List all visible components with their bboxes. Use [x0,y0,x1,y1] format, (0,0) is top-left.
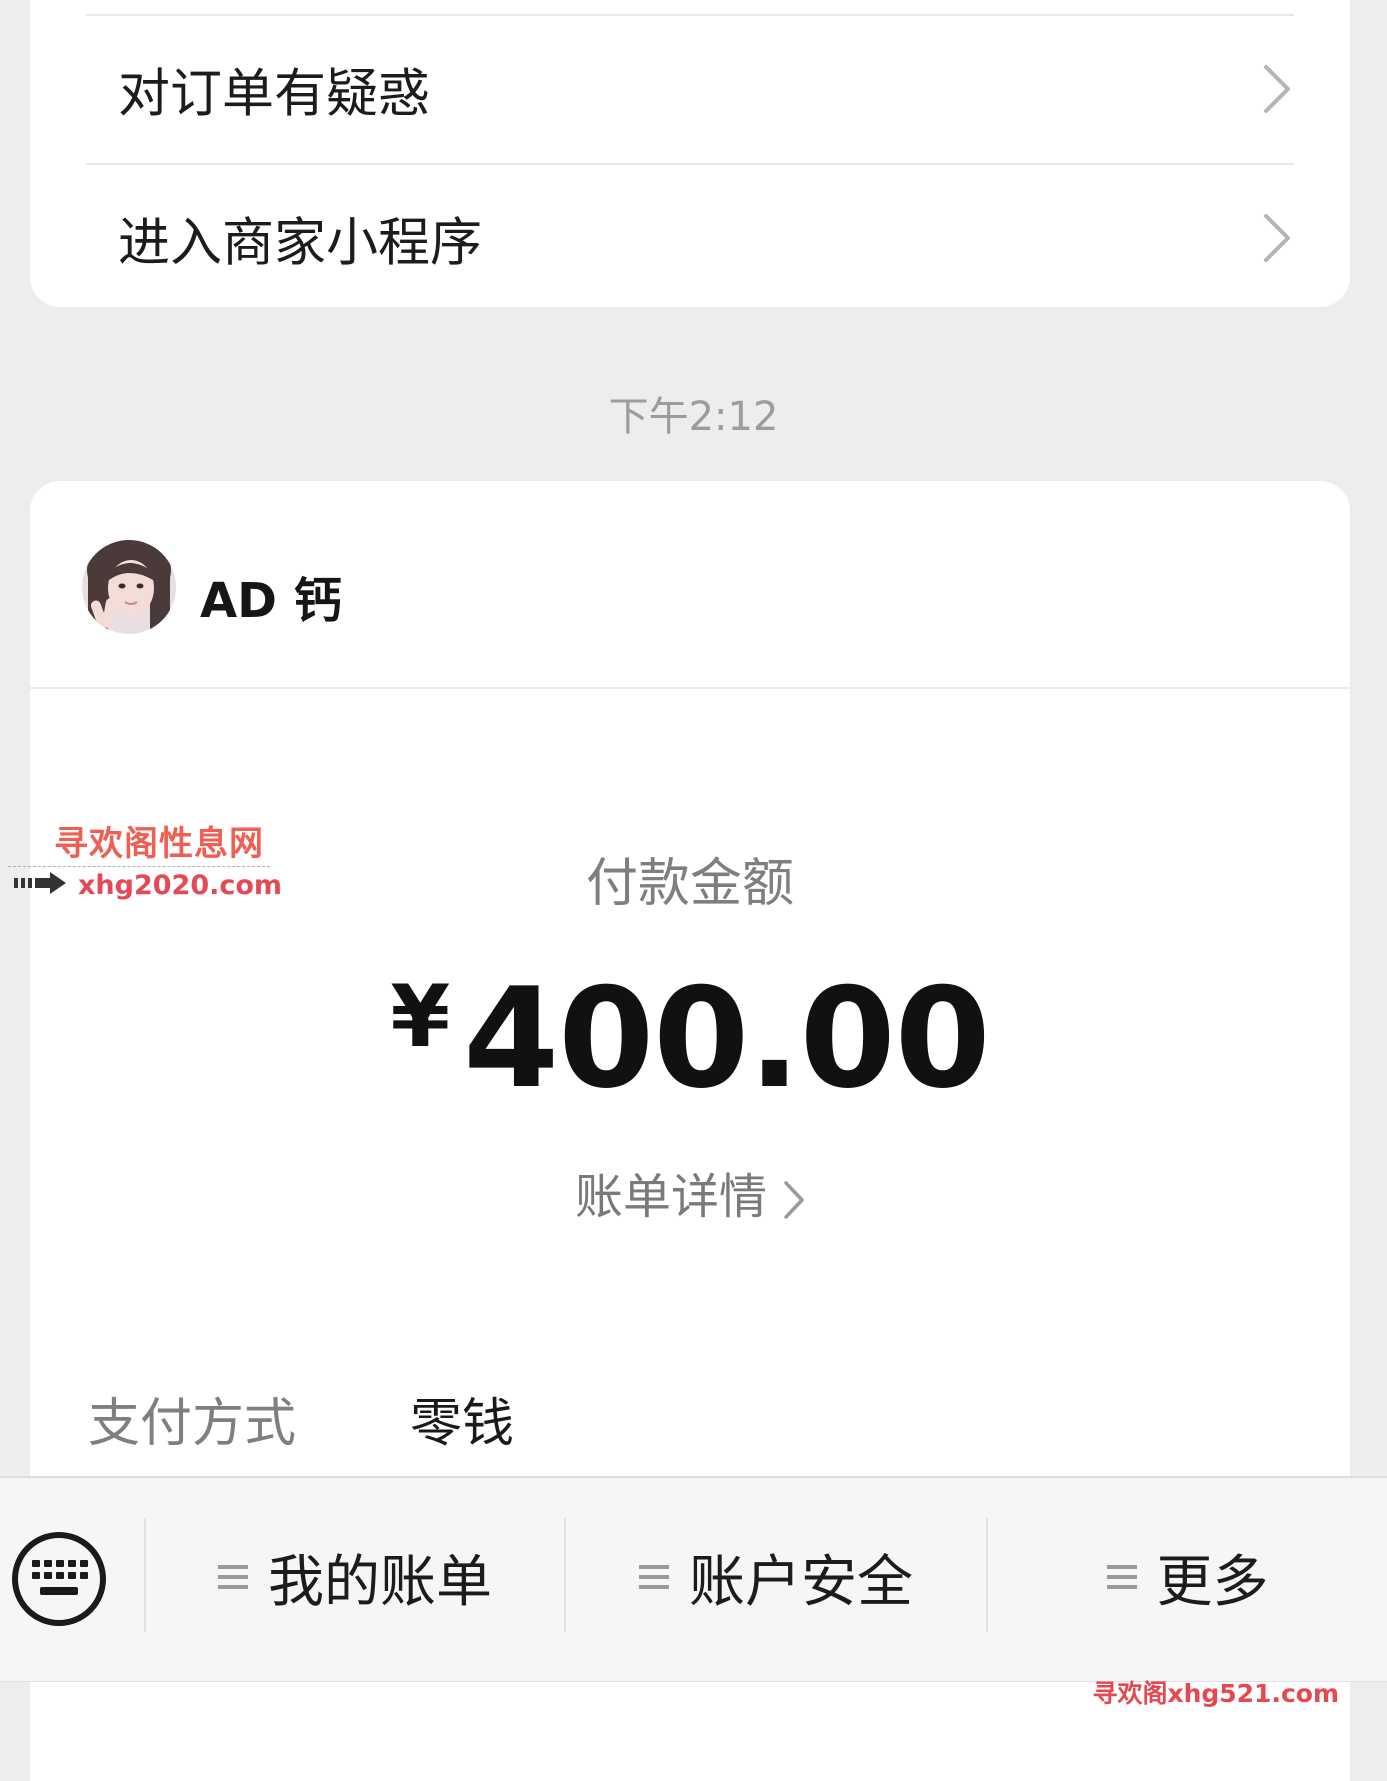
tab-my-bills-label: 我的账单 [268,1549,492,1615]
merchant-name[interactable]: AD 钙 [200,561,342,631]
tab-account-security-label: 账户安全 [689,1549,913,1615]
payment-method-value: 零钱 [410,1394,515,1454]
watermark-corner: 寻欢阁xhg521.com [1092,1679,1339,1708]
payment-amount: ¥400.00 [30,958,1350,1119]
payment-method-label: 支付方式 [88,1394,297,1454]
currency-symbol: ¥ [390,967,450,1067]
message-timestamp: 下午2:12 [608,394,779,440]
chevron-right-icon [1264,214,1290,262]
tab-my-bills[interactable]: 我的账单 [146,1518,564,1636]
amount-value: 400.00 [463,958,991,1119]
tab-account-security[interactable]: 账户安全 [566,1518,986,1636]
menu-lines-icon [1106,1565,1137,1589]
chevron-right-icon [1264,65,1290,113]
order-question-label: 对订单有疑惑 [118,64,431,125]
watermark-url: xhg2020.com [78,870,283,901]
order-menu-card: 对订单有疑惑 进入商家小程序 [30,0,1350,307]
bill-detail-label: 账单详情 [574,1169,767,1225]
merchant-miniprogram-label: 进入商家小程序 [118,213,483,274]
watermark-url-block: xhg2020.com [8,866,282,906]
arrow-right-icon [14,872,66,894]
menu-lines-icon [639,1565,669,1589]
menu-lines-icon [218,1565,248,1589]
watermark-site-name: 寻欢阁性息网 [54,824,264,864]
chevron-right-icon [784,1181,804,1219]
merchant-miniprogram-row[interactable]: 进入商家小程序 [86,163,1294,311]
bill-detail-link[interactable]: 账单详情 [30,1157,1350,1227]
tab-more-label: 更多 [1156,1549,1269,1615]
bottom-menu-bar: 我的账单 账户安全 更多 [0,1476,1387,1682]
divider [30,687,1350,689]
keyboard-icon[interactable] [10,1530,108,1628]
watermark-dashed-line [8,866,270,867]
avatar-image [82,540,176,634]
order-question-row[interactable]: 对订单有疑惑 [86,16,1294,162]
tab-more[interactable]: 更多 [988,1518,1387,1636]
merchant-avatar[interactable] [82,540,176,634]
